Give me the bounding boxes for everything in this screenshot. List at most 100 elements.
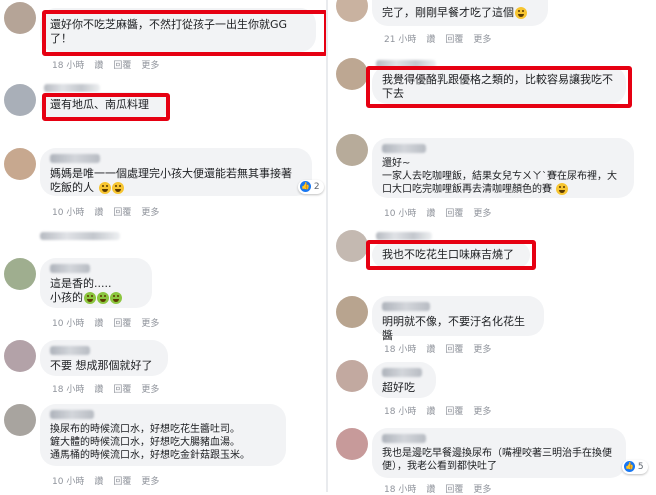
more-link[interactable]: 更多 [141,319,159,329]
comment-timestamp: 21 小時 [384,35,417,45]
nauseated-emoji-icon [84,292,96,304]
reply-link[interactable]: 回覆 [113,61,131,71]
blurred-name [50,410,94,419]
like-link[interactable]: 讚 [426,485,435,495]
commenter-avatar[interactable] [4,2,36,34]
blurred-name [376,232,432,240]
column-divider [326,0,328,492]
reply-link[interactable]: 回覆 [113,385,131,395]
comment-actions: 18 小時讚回覆 更多 [384,482,501,495]
like-icon: 👍 [300,181,311,192]
blurred-name [50,346,90,355]
like-link[interactable]: 讚 [94,208,103,218]
more-link[interactable]: 更多 [141,477,159,487]
blurred-name [44,84,100,92]
more-link[interactable]: 更多 [473,485,491,495]
like-link[interactable]: 讚 [94,477,103,487]
grinning-emoji-icon [515,7,527,19]
like-link[interactable]: 讚 [426,209,435,219]
reaction-count[interactable]: 👍 2 [298,180,324,194]
commenter-avatar[interactable] [336,230,368,262]
blurred-name [382,368,422,377]
commenter-avatar[interactable] [336,296,368,328]
highlight-box [366,66,632,108]
laughing-emoji-icon [556,183,569,195]
blurred-name [382,302,430,311]
comment-bubble: 我也是邊吃早餐邊換尿布（嘴裡咬著三明治手在換便便），我老公看到都快吐了 [372,428,626,478]
comment-bubble: 這是香的..... 小孩的 [40,258,152,308]
comment-actions: 21 小時讚回覆 更多 [384,32,501,45]
laughing-emoji-icon [98,182,111,194]
more-link[interactable]: 更多 [473,209,491,219]
comment-timestamp: 18 小時 [384,407,417,417]
comment-bubble: 換尿布的時候流口水，好想吃花生醬吐司。 鏟大體的時候流口水，好想吃大腸豬血湯。 … [40,404,286,466]
comment-actions: 18 小時讚回覆 更多 [52,58,169,71]
reaction-count[interactable]: 👍 5 [622,460,648,474]
like-link[interactable]: 讚 [426,35,435,45]
comment-bubble: 不要 想成那個就好了 [40,340,168,376]
comment-actions: 18 小時讚回覆 更多 [384,342,501,355]
more-link[interactable]: 更多 [473,407,491,417]
commenter-avatar[interactable] [336,360,368,392]
comment-timestamp: 18 小時 [52,61,85,71]
comment-actions: 10 小時讚回覆 更多 [384,206,501,219]
comment-timestamp: 10 小時 [52,208,85,218]
more-link[interactable]: 更多 [141,208,159,218]
reply-link[interactable]: 回覆 [445,209,463,219]
reply-link[interactable]: 回覆 [445,485,463,495]
like-link[interactable]: 讚 [94,61,103,71]
like-link[interactable]: 讚 [426,407,435,417]
commenter-avatar[interactable] [336,134,368,166]
commenter-avatar[interactable] [336,0,368,22]
blurred-name [382,434,426,443]
commenter-avatar[interactable] [4,258,36,290]
comment-bubble: 超好吃 [372,362,436,398]
commenter-avatar[interactable] [4,84,36,116]
comment-text: 超好吃 [382,381,415,394]
comment-bubble: 完了，剛剛早餐才吃了這個 [372,0,548,26]
reaction-number: 5 [637,462,644,472]
like-link[interactable]: 讚 [94,319,103,329]
comment-text-content: 媽媽是唯一一個處理完小孩大便還能若無其事接著吃飯的人 [50,167,292,194]
highlight-box [42,10,328,56]
highlight-box [366,240,536,270]
like-link[interactable]: 讚 [94,385,103,395]
comment-timestamp: 10 小時 [384,209,417,219]
right-comment-column: 完了，剛剛早餐才吃了這個 21 小時讚回覆 更多 我覺得優酪乳跟優格之類的，比較容… [332,0,656,495]
laughing-emoji-icon [111,182,124,194]
comment-text-content: 完了，剛剛早餐才吃了這個 [382,6,514,19]
highlight-box [42,93,170,121]
comment-actions: 18 小時讚回覆 更多 [52,382,169,395]
comment-text: 完了，剛剛早餐才吃了這個 [382,6,538,20]
more-link[interactable]: 更多 [141,61,159,71]
reply-link[interactable]: 回覆 [113,319,131,329]
comment-text: 不要 想成那個就好了 [50,359,153,372]
commenter-avatar[interactable] [336,428,368,460]
comment-timestamp: 18 小時 [384,485,417,495]
more-link[interactable]: 更多 [473,35,491,45]
reaction-number: 2 [313,182,320,192]
comment-bubble: 明明就不像，不要汙名化花生醬 [372,296,544,342]
comment-text: 還好~ 一家人去吃咖哩飯，結果女兒ㄘㄨㄚˋ賽在尿布裡，大口大口吃完咖哩飯再去清咖… [382,157,624,196]
commenter-avatar[interactable] [336,58,368,90]
comment-timestamp: 18 小時 [384,345,417,355]
comment-timestamp: 10 小時 [52,477,85,487]
commenter-avatar[interactable] [4,148,36,180]
comment-timestamp: 10 小時 [52,319,85,329]
commenter-avatar[interactable] [4,340,36,372]
commenter-avatar[interactable] [4,404,36,436]
comment-text: 換尿布的時候流口水，好想吃花生醬吐司。 鏟大體的時候流口水，好想吃大腸豬血湯。 … [50,424,250,461]
comment-actions: 10 小時讚回覆 更多 [52,316,169,329]
comment-text: 明明就不像，不要汙名化花生醬 [382,315,525,342]
comment-timestamp: 18 小時 [52,385,85,395]
reply-link[interactable]: 回覆 [113,208,131,218]
reply-link[interactable]: 回覆 [113,477,131,487]
reply-link[interactable]: 回覆 [445,407,463,417]
reply-link[interactable]: 回覆 [445,35,463,45]
nauseated-emoji-icon [97,292,109,304]
more-link[interactable]: 更多 [141,385,159,395]
reply-link[interactable]: 回覆 [445,345,463,355]
comment-actions: 10 小時讚回覆 更多 [52,474,169,487]
like-link[interactable]: 讚 [426,345,435,355]
more-link[interactable]: 更多 [473,345,491,355]
